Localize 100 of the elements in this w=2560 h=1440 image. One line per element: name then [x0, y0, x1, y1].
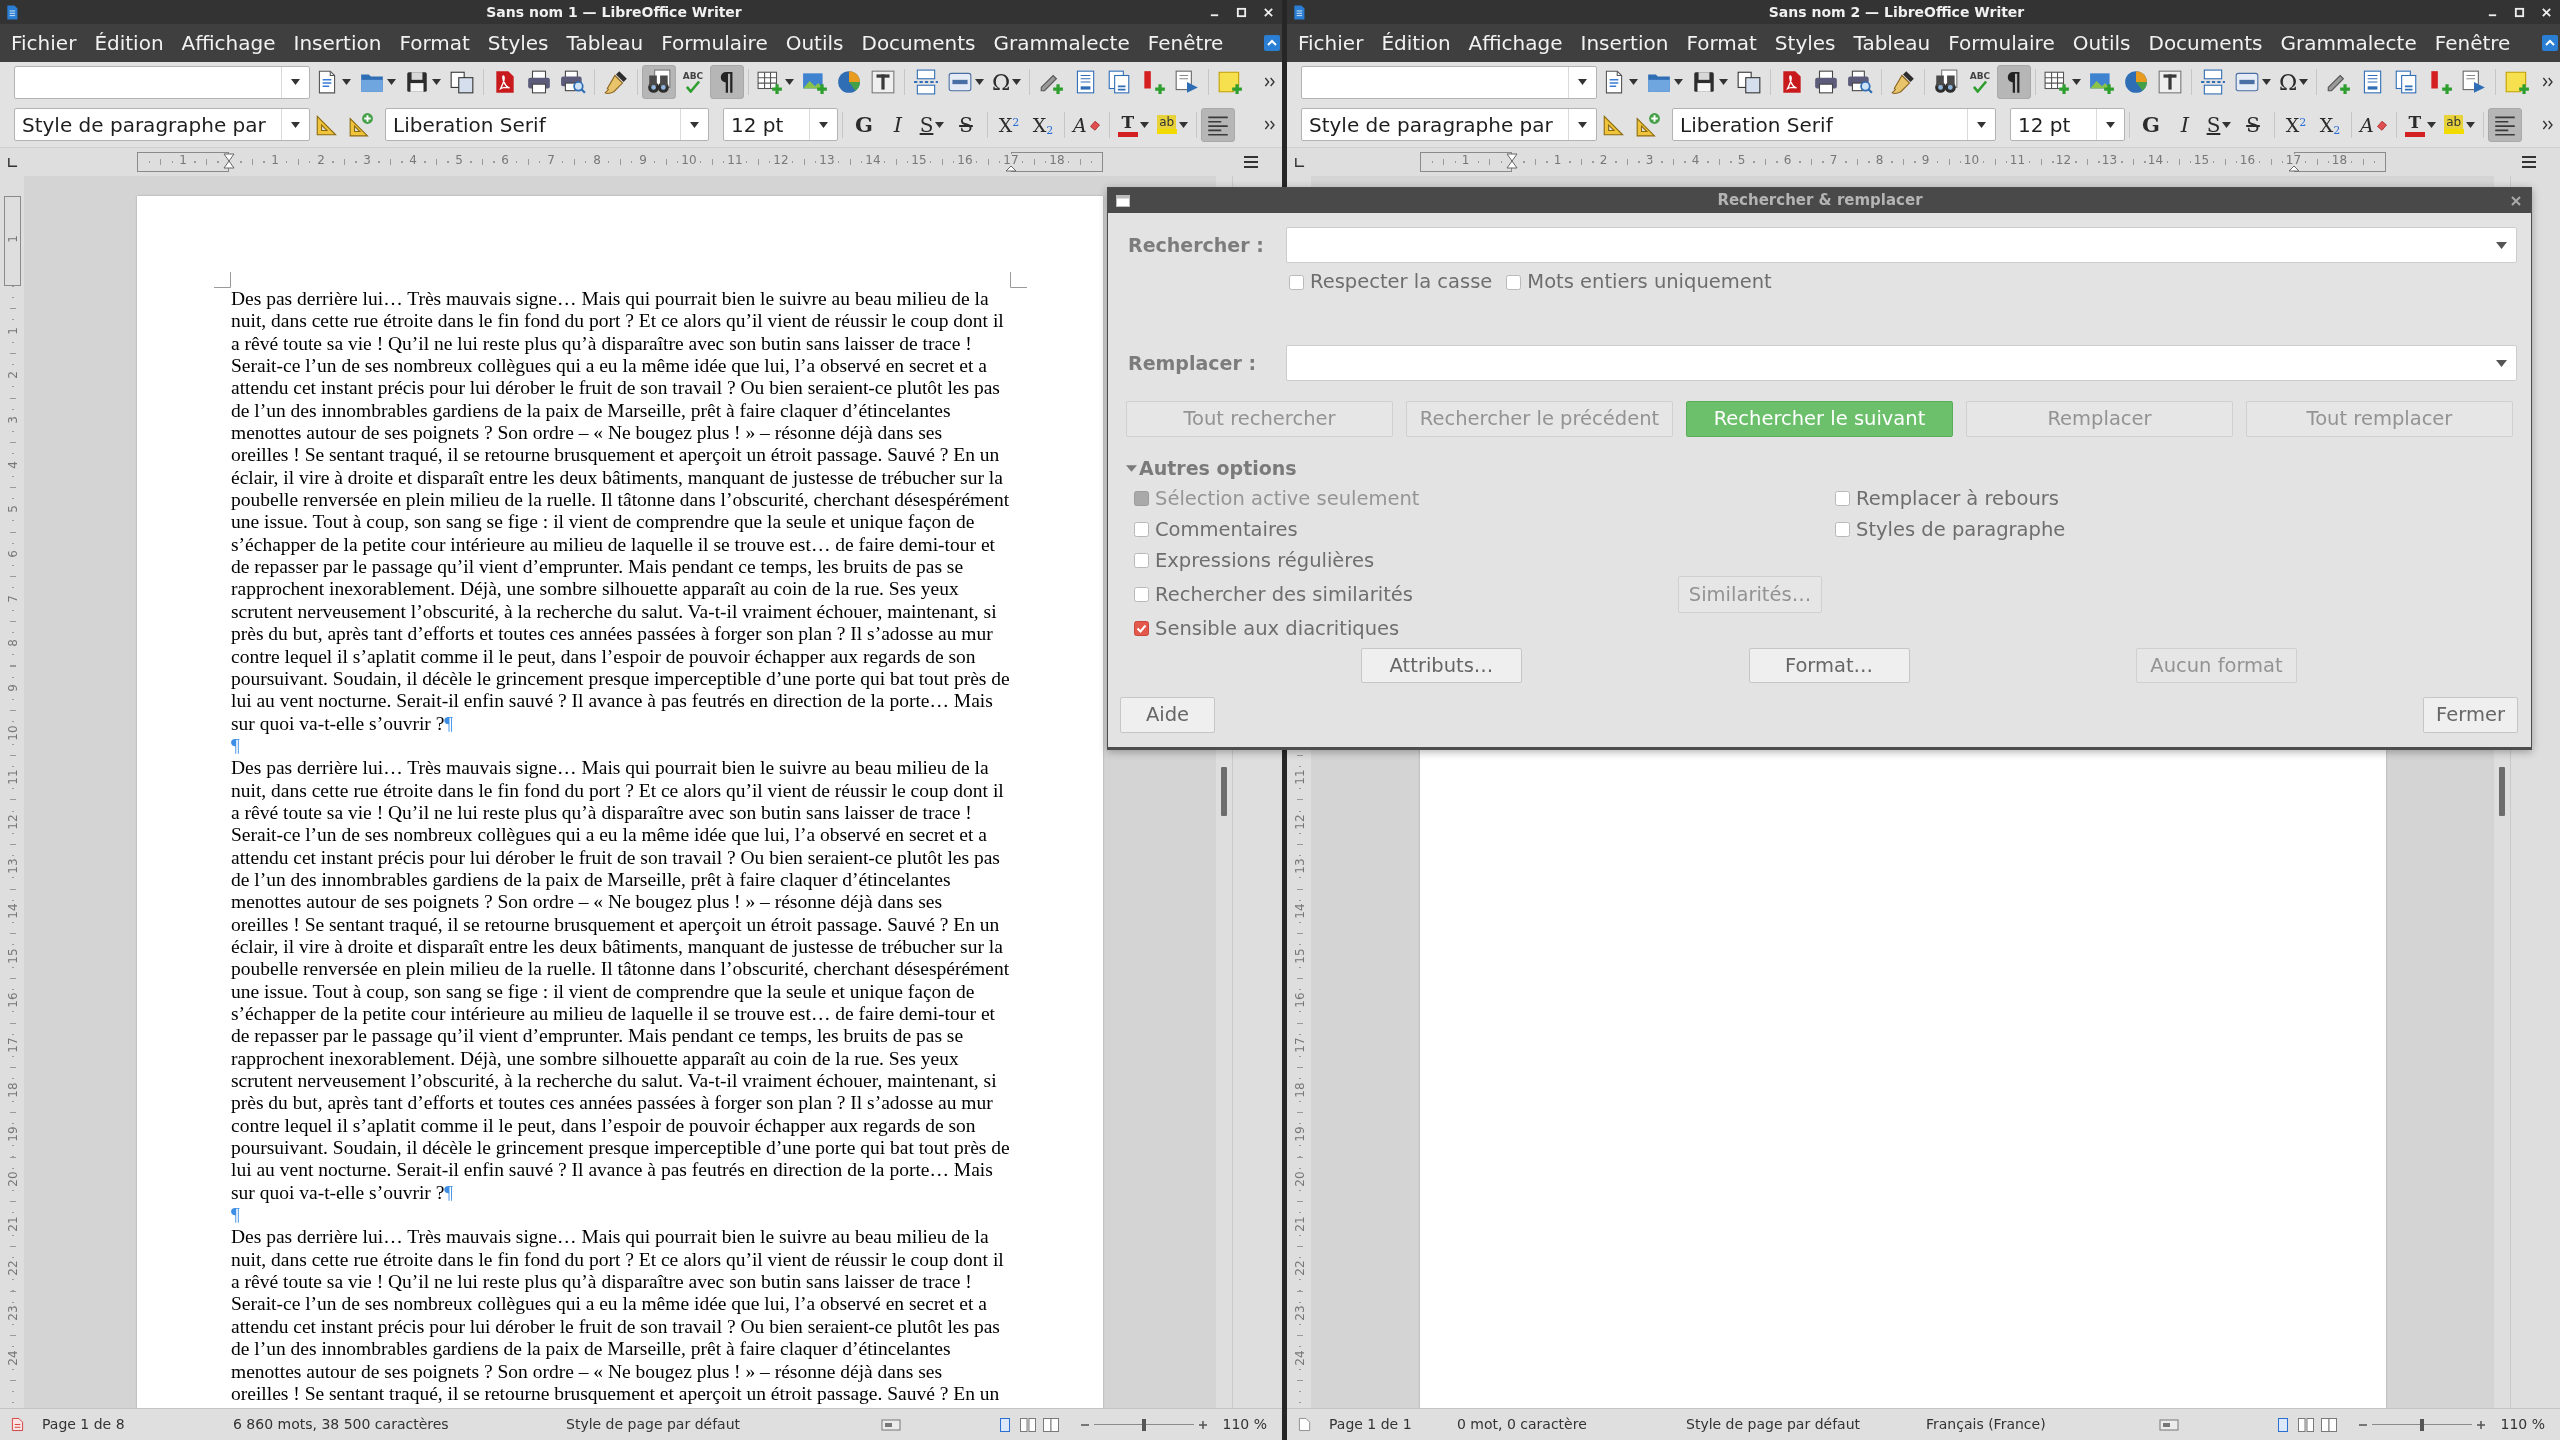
menu-item[interactable]: Tableau — [557, 29, 653, 57]
menu-icon[interactable] — [2520, 154, 2538, 170]
menu-item[interactable]: Fichier — [1289, 29, 1373, 57]
checkbox[interactable] — [1134, 587, 1149, 602]
formatting-marks-button[interactable]: ¶ — [1997, 65, 2031, 99]
book-view-icon[interactable] — [1041, 1415, 1060, 1434]
menu-item[interactable]: Formulaire — [652, 29, 777, 57]
clear-formatting-button[interactable]: A — [2356, 107, 2392, 142]
menu-item[interactable]: Fichier — [2, 29, 86, 57]
menu-item[interactable]: Insertion — [1571, 29, 1678, 57]
splitter-handle[interactable] — [1221, 767, 1227, 816]
font-name-box[interactable]: Liberation Serif — [385, 108, 709, 141]
checkbox[interactable] — [1134, 621, 1149, 636]
subscript-button[interactable]: X$_{2}$ — [1026, 107, 1060, 142]
menu-item[interactable]: Fenêtre — [1138, 29, 1233, 57]
bold-button[interactable]: G — [2134, 107, 2168, 142]
replace-field[interactable] — [1286, 345, 2517, 381]
strikethrough-button[interactable]: S — [2236, 107, 2270, 142]
help-button[interactable]: Aide — [1120, 697, 1215, 733]
formatting-marks-button[interactable]: ¶ — [710, 65, 744, 99]
menu-item[interactable]: Documents — [2139, 29, 2272, 57]
underline-button[interactable]: S — [915, 107, 949, 142]
document-icon[interactable] — [10, 1417, 24, 1432]
strikethrough-button[interactable]: S — [949, 107, 983, 142]
page-style-label[interactable]: Style de page par défaut — [1686, 1416, 1861, 1432]
maximize-icon[interactable] — [1236, 6, 1247, 18]
two-page-view-icon[interactable] — [2296, 1415, 2315, 1434]
zoom-in-icon[interactable] — [2475, 1419, 2486, 1430]
selection-mode-icon[interactable] — [2158, 1417, 2179, 1432]
font-color-button[interactable]: T — [1113, 107, 1153, 142]
subscript-button[interactable]: X$_{2}$ — [2313, 107, 2347, 142]
document-icon[interactable] — [1297, 1417, 1311, 1432]
checkbox[interactable] — [1835, 522, 1850, 537]
menu-item[interactable]: Styles — [478, 29, 558, 57]
language-label[interactable]: Français (France) — [1926, 1416, 2046, 1432]
highlight-button[interactable]: ab — [2439, 107, 2479, 142]
align-left-button[interactable] — [1200, 107, 1235, 142]
format-option-button[interactable]: Attributs… — [1361, 648, 1522, 683]
find-replace-button[interactable] — [642, 65, 676, 99]
splitter-handle[interactable] — [2499, 767, 2505, 816]
superscript-button[interactable]: X$^{2}$ — [992, 107, 1026, 142]
menu-item[interactable]: Format — [1677, 29, 1766, 57]
font-name-box[interactable]: Liberation Serif — [1672, 108, 1996, 141]
selection-mode-icon[interactable] — [880, 1417, 901, 1432]
spellcheck-button[interactable]: ABC — [1963, 65, 1997, 99]
slider-thumb[interactable] — [1141, 1418, 1146, 1431]
checkbox[interactable] — [1506, 274, 1522, 290]
zoom-level[interactable]: 110 % — [2500, 1414, 2545, 1435]
italic-button[interactable]: I — [2168, 107, 2202, 142]
menu-item[interactable]: Insertion — [284, 29, 391, 57]
zoom-in-icon[interactable] — [1197, 1419, 1208, 1430]
format-option-button[interactable]: Format… — [1748, 648, 1910, 683]
font-size-box[interactable]: 12 pt — [723, 108, 838, 141]
superscript-button[interactable]: X$^{2}$ — [2279, 107, 2313, 142]
menu-item[interactable]: Grammalecte — [984, 29, 1139, 57]
menu-item[interactable]: Fenêtre — [2425, 29, 2520, 57]
font-size-box[interactable]: 12 pt — [2010, 108, 2125, 141]
checkbox[interactable] — [1134, 553, 1149, 568]
menu-item[interactable]: Édition — [1372, 29, 1460, 57]
menu-item[interactable]: Documents — [852, 29, 985, 57]
close-button[interactable]: Fermer — [2423, 697, 2518, 733]
menu-item[interactable]: Tableau — [1844, 29, 1940, 57]
book-view-icon[interactable] — [2319, 1415, 2338, 1434]
special-character-button[interactable]: Ω — [2275, 65, 2313, 99]
italic-button[interactable]: I — [881, 107, 915, 142]
tab-stop-icon[interactable] — [6, 156, 18, 168]
window-menu-icon[interactable] — [1264, 35, 1280, 51]
search-field[interactable] — [1286, 227, 2517, 263]
menu-item[interactable]: Édition — [85, 29, 173, 57]
menu-icon[interactable] — [1242, 154, 1260, 170]
highlight-button[interactable]: ab — [1152, 107, 1192, 142]
checkbox[interactable] — [1134, 522, 1149, 537]
clear-formatting-button[interactable]: A — [1069, 107, 1105, 142]
paragraph-style-box[interactable]: Style de paragraphe par — [1301, 108, 1597, 141]
maximize-icon[interactable] — [2514, 6, 2525, 18]
paragraph-style-box[interactable]: Style de paragraphe par — [14, 108, 310, 141]
tab-stop-icon[interactable] — [1293, 156, 1305, 168]
underline-button[interactable]: S — [2202, 107, 2236, 142]
menu-item[interactable]: Affichage — [1459, 29, 1572, 57]
two-page-view-icon[interactable] — [1018, 1415, 1037, 1434]
menu-item[interactable]: Outils — [776, 29, 853, 57]
font-color-button[interactable]: T — [2400, 107, 2440, 142]
indent-marker-icon[interactable] — [1505, 153, 1518, 169]
window-menu-icon[interactable] — [2542, 35, 2558, 51]
spellcheck-button[interactable]: ABC — [676, 65, 710, 99]
zoom-level[interactable]: 110 % — [1222, 1414, 1267, 1435]
special-character-button[interactable]: Ω — [988, 65, 1026, 99]
bold-button[interactable]: G — [847, 107, 881, 142]
menu-item[interactable]: Affichage — [172, 29, 285, 57]
menu-item[interactable]: Format — [390, 29, 479, 57]
menu-item[interactable]: Styles — [1765, 29, 1845, 57]
slider-thumb[interactable] — [2419, 1418, 2424, 1431]
menu-item[interactable]: Formulaire — [1939, 29, 2064, 57]
checkbox[interactable] — [1835, 491, 1850, 506]
checkbox[interactable] — [1289, 274, 1304, 290]
indent-marker-icon[interactable] — [223, 153, 235, 169]
menu-item[interactable]: Outils — [2063, 29, 2140, 57]
page-style-label[interactable]: Style de page par défaut — [566, 1416, 741, 1432]
align-left-button[interactable] — [2487, 107, 2522, 142]
menu-item[interactable]: Grammalecte — [2271, 29, 2426, 57]
